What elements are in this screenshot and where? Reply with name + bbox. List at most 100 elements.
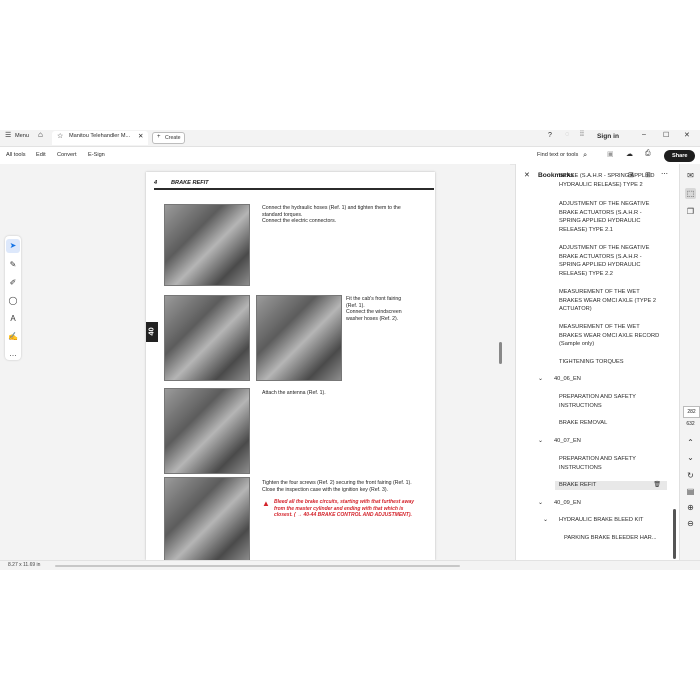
menu-all-tools[interactable]: All tools [6,152,26,158]
print-icon[interactable]: ⎙ [645,150,651,158]
chevron-down-icon[interactable]: ⌄ [538,437,543,446]
bookmark-label-line: BRAKE ACTUATORS (S.A.H.R - [559,209,642,216]
bookmark-item[interactable]: HYDRAULIC BRAKE BLEED KIT [559,516,667,525]
star-icon[interactable]: ☆ [57,132,63,140]
step2-line: washer hoses (Ref. 2). [346,315,399,322]
bookmark-label-line: 40_09_EN [554,500,581,506]
step4-line: Tighten the four screws (Ref. 2) securin… [262,480,412,486]
page-up-icon[interactable]: ⌃ [685,437,696,448]
save-icon[interactable]: ▣ [607,150,614,158]
status-bar: 8.27 x 11.69 in [0,560,700,570]
home-icon[interactable]: ⌂ [38,130,43,139]
draw-shape-icon[interactable]: ◯ [6,294,20,308]
notifications-icon[interactable]: ◌ [565,131,569,138]
more-tools-icon[interactable]: … [6,347,20,361]
delete-bookmark-icon[interactable]: 🗑 [653,481,661,490]
page-header-title: BRAKE REFIT [171,180,209,186]
zoom-in-icon[interactable]: ⊕ [685,502,696,513]
menu-edit[interactable]: Edit [36,152,46,158]
bookmark-item[interactable]: 40_09_EN [554,499,662,508]
warning-text: Bleed all the brake circuits, starting w… [274,499,414,519]
warning-line: Bleed all the brake circuits, starting w… [274,499,415,505]
fill-sign-icon[interactable]: ✍ [6,330,20,344]
close-panel-icon[interactable]: ✕ [524,171,530,179]
step2-line: Fit the cab's front fairing [346,296,402,302]
search-icon[interactable]: ⌕ [583,150,587,160]
select-cursor-icon[interactable]: ➤ [6,239,20,253]
bookmark-item[interactable]: 40_07_EN [554,437,662,446]
document-tab[interactable]: ☆ Manitou Telehandler M... ✕ [52,131,148,145]
photo-front-fairing [164,295,250,381]
chevron-down-icon[interactable]: ⌄ [543,516,548,525]
page-layout-icon[interactable]: ▤ [685,486,696,497]
bookmark-item[interactable]: ADJUSTMENT OF THE NEGATIVE BRAKE ACTUATOR… [559,200,667,234]
step3-text: Attach the antenna (Ref. 1). [262,390,326,397]
bookmark-item[interactable]: PARKING BRAKE BLEEDER HAR... [564,534,672,543]
horizontal-scrollbar[interactable] [55,565,460,567]
menu-button[interactable]: Menu [15,133,29,139]
panel-scrollbar[interactable] [673,509,676,559]
chevron-down-icon[interactable]: ⌄ [538,375,543,384]
bookmark-label-line: BRAKE REMOVAL [559,420,608,426]
highlight-pen-icon[interactable]: ✐ [6,276,20,290]
tab-bar: ☰ Menu ⌂ ☆ Manitou Telehandler M... ✕ + … [0,130,700,147]
bookmark-item[interactable]: PREPARATION AND SAFETY INSTRUCTIONS [559,393,667,410]
close-window-icon[interactable]: ✕ [684,131,690,139]
zoom-out-icon[interactable]: ⊖ [685,518,696,529]
add-comment-icon[interactable]: ✎ [6,258,20,272]
bookmark-label: BRAKE REFIT [559,482,597,488]
bookmark-label-line: (Sample only) [559,341,595,348]
bookmark-item-selected[interactable]: BRAKE REFIT 🗑 [555,481,667,490]
photo-front-fairing-screws [164,477,250,560]
add-text-icon[interactable]: A [6,312,20,326]
bookmark-item[interactable]: BRAKE (S.A.H.R - SPRING APPLIED HYDRAULIC… [559,172,667,189]
photo-washer-hoses [256,295,342,381]
panel-resize-handle[interactable] [499,342,502,364]
share-button[interactable]: Share [664,150,695,162]
help-icon[interactable]: ? [548,132,552,139]
maximize-icon[interactable]: ☐ [663,131,669,139]
bookmark-item[interactable]: MEASUREMENT OF THE WET BRAKES WEAR OMCI A… [559,323,667,349]
section-side-tab: 40 [146,322,158,342]
bookmark-label-line: 40_07_EN [554,438,581,444]
page-size-label: 8.27 x 11.69 in [8,562,41,568]
bookmark-item[interactable]: MEASUREMENT OF THE WET BRAKES WEAR OMCI A… [559,288,667,314]
create-button[interactable]: + Create [152,132,185,144]
header-rule [154,188,434,190]
bookmark-label-line: ADJUSTMENT OF THE NEGATIVE [559,245,650,251]
menu-bar: All tools Edit Convert E-Sign Find text … [0,147,700,165]
bookmark-label-line: BRAKES WEAR OMCI AXLE (TYPE 2 [559,297,657,304]
document-viewer[interactable]: 4 BRAKE REFIT 40 Connect the hydraulic h… [28,164,510,560]
comment-icon[interactable]: ✉ [685,170,696,181]
bookmark-item[interactable]: ADJUSTMENT OF THE NEGATIVE BRAKE ACTUATOR… [559,244,667,278]
minimize-icon[interactable]: – [642,131,646,138]
apps-icon[interactable]: ⁞⁞ [580,131,584,138]
bookmark-label-line: BRAKE ACTUATORS (S.A.H.R - [559,253,642,260]
step4-text: Tighten the four screws (Ref. 2) securin… [262,480,412,493]
bookmark-item[interactable]: 40_06_EN [554,375,662,384]
upload-cloud-icon[interactable]: ☁ [626,150,633,158]
bookmark-item[interactable]: PREPARATION AND SAFETY INSTRUCTIONS [559,455,667,472]
chevron-down-icon[interactable]: ⌄ [538,499,543,508]
rotate-icon[interactable]: ↻ [685,470,696,481]
menu-esign[interactable]: E-Sign [88,152,105,158]
bookmark-item[interactable]: BRAKE REMOVAL [559,419,667,428]
close-tab-icon[interactable]: ✕ [138,132,143,140]
find-text-button[interactable]: Find text or tools [537,152,578,158]
current-page-input[interactable]: 282 [683,406,700,418]
page-down-icon[interactable]: ⌄ [685,452,696,463]
sign-in-button[interactable]: Sign in [597,133,619,140]
step1-line: Connect the hydraulic hoses (Ref. 1) and… [262,205,401,211]
bookmark-label-line: HYDRAULIC RELEASE) TYPE 2 [559,181,643,188]
menu-convert[interactable]: Convert [57,152,77,158]
bookmark-label-line: INSTRUCTIONS [559,402,602,409]
share-label: Share [672,153,688,159]
hamburger-icon[interactable]: ☰ [5,131,11,139]
thumbnails-icon[interactable]: ❐ [685,206,696,217]
bookmark-item[interactable]: TIGHTENING TORQUES [559,358,667,367]
plus-icon: + [157,134,161,140]
step2-text: Fit the cab's front fairing (Ref. 1). Co… [346,296,402,322]
bookmark-label-line: TIGHTENING TORQUES [559,359,624,365]
bookmark-panel-icon[interactable]: ⬚ [685,188,696,199]
bookmark-label-line: HYDRAULIC BRAKE BLEED KIT [559,517,644,523]
